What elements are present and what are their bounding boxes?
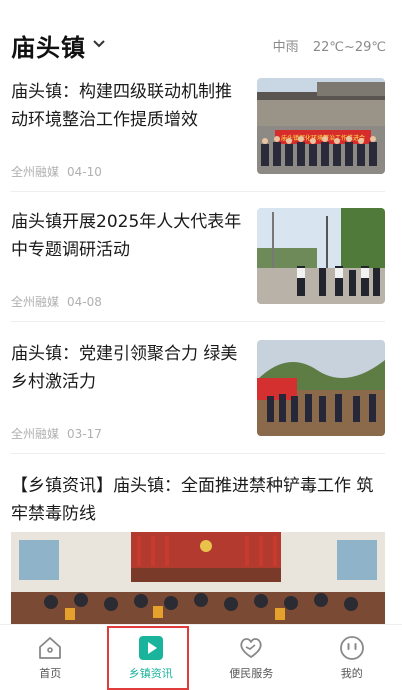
featured-title: 【乡镇资讯】庙头镇：全面推进禁种铲毒工作 筑牢禁毒防线	[11, 476, 374, 524]
divider	[11, 191, 385, 192]
divider	[11, 453, 385, 454]
news-item[interactable]: 庙头镇开展2025年人大代表年中专题调研活动 全州融媒 04-08	[11, 208, 385, 326]
news-date: 04-08	[67, 295, 102, 309]
tab-town-news[interactable]: 乡镇资讯	[101, 625, 202, 690]
news-thumbnail	[257, 340, 385, 436]
tab-label: 乡镇资讯	[128, 667, 173, 680]
tab-label: 便民服务	[229, 667, 274, 680]
chevron-down-icon[interactable]	[92, 37, 106, 51]
news-title: 庙头镇：构建四级联动机制推动环境整治工作提质增效	[11, 82, 232, 130]
news-title: 庙头镇开展2025年人大代表年中专题调研活动	[11, 212, 242, 260]
news-source: 全州融媒	[11, 295, 60, 309]
news-source: 全州融媒	[11, 427, 60, 441]
news-thumbnail	[257, 208, 385, 304]
news-item[interactable]: 庙头镇：党建引领聚合力 绿美乡村激活力 全州融媒 03-17	[11, 340, 385, 458]
home-icon	[39, 637, 62, 659]
featured-news[interactable]: 【乡镇资讯】庙头镇：全面推进禁种铲毒工作 筑牢禁毒防线	[11, 472, 385, 632]
news-thumbnail: 庙头镇深化环境整治工作推进会	[257, 78, 385, 174]
divider	[11, 321, 385, 322]
news-date: 04-10	[67, 165, 102, 179]
news-meta: 全州融媒 03-17	[11, 425, 102, 442]
header: 庙头镇 中雨 22℃~29℃	[0, 0, 402, 76]
tab-profile[interactable]: 我的	[302, 625, 402, 690]
weather-info: 中雨 22℃~29℃	[263, 36, 386, 55]
tab-home[interactable]: 首页	[0, 625, 101, 690]
news-meta: 全州融媒 04-08	[11, 293, 102, 310]
news-date: 03-17	[67, 427, 102, 441]
tab-label: 我的	[340, 667, 363, 680]
news-source: 全州融媒	[11, 165, 60, 179]
news-meta: 全州融媒 04-10	[11, 163, 102, 180]
featured-image	[11, 532, 385, 632]
weather-temperature: 22℃~29℃	[312, 40, 386, 55]
town-title[interactable]: 庙头镇	[11, 28, 86, 63]
weather-desc: 中雨	[272, 40, 299, 55]
heart-handshake-icon	[240, 638, 262, 658]
bottom-tab-bar: 首页 乡镇资讯 便民服务 我的	[0, 624, 402, 690]
tab-label: 首页	[39, 667, 62, 680]
tab-services[interactable]: 便民服务	[201, 625, 302, 690]
face-icon	[339, 636, 364, 660]
news-title: 庙头镇：党建引领聚合力 绿美乡村激活力	[11, 344, 238, 392]
play-icon	[138, 636, 163, 660]
news-item[interactable]: 庙头镇：构建四级联动机制推动环境整治工作提质增效 全州融媒 04-10 庙头镇深化…	[11, 78, 385, 196]
